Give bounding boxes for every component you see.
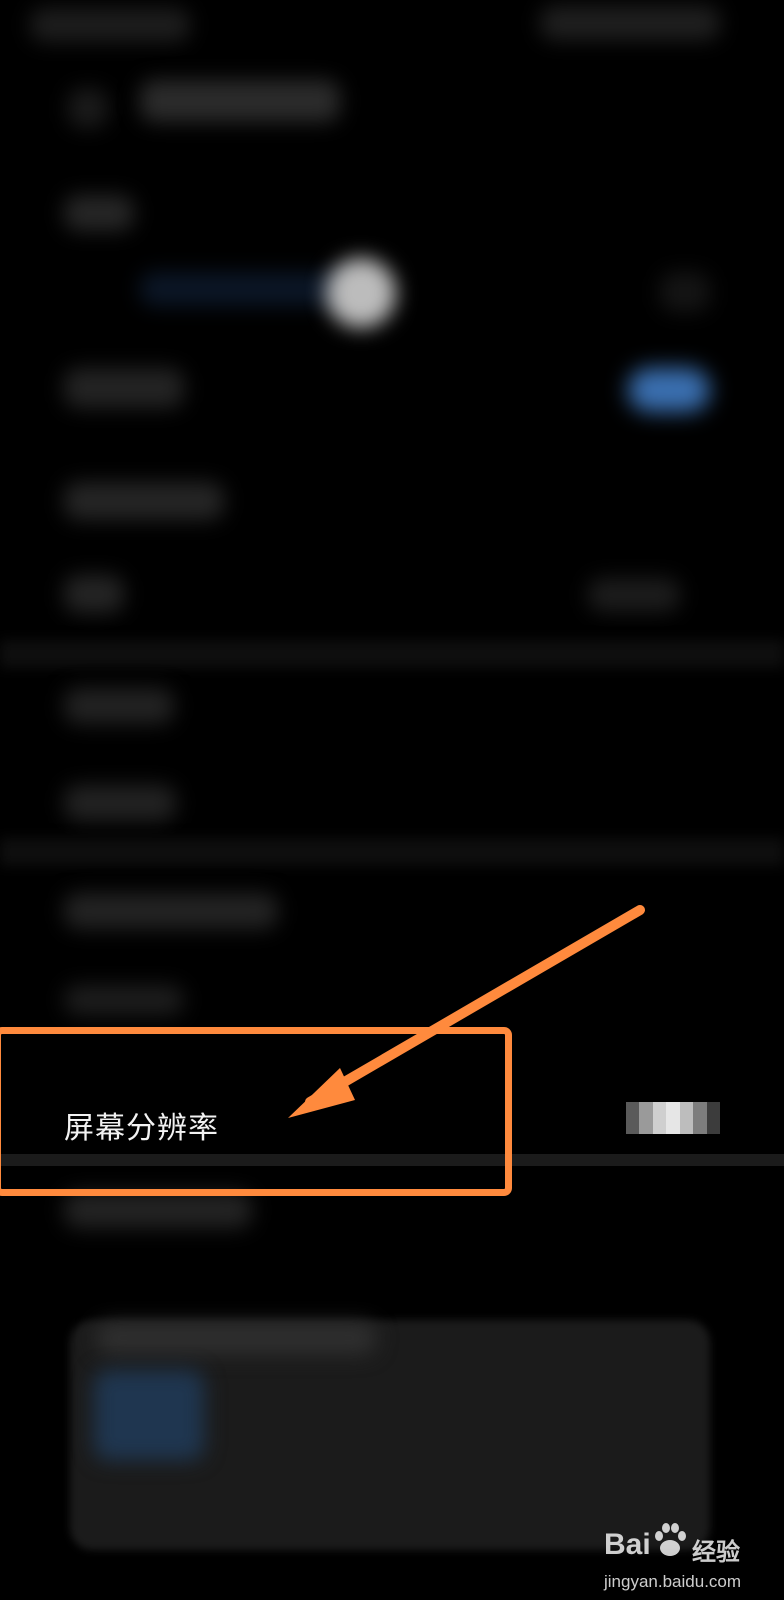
status-bar-blur: [30, 8, 190, 42]
screen-resolution-value-pixelated: [626, 1102, 720, 1134]
section-divider-2: [0, 838, 784, 866]
highlight-box: [0, 1027, 512, 1196]
setting-row-blur-1[interactable]: [64, 368, 184, 408]
setting-row-blur-2[interactable]: [64, 482, 224, 520]
card-title-blur: [96, 1322, 376, 1354]
watermark-brand: Bai: [604, 1528, 651, 1561]
back-icon[interactable]: [68, 88, 108, 128]
status-bar-right-blur: [540, 6, 720, 40]
setting-row-blur-7[interactable]: [64, 985, 184, 1015]
brightness-slider-thumb[interactable]: [326, 258, 396, 328]
paw-icon: [655, 1523, 686, 1556]
setting-row-blur-6[interactable]: [64, 893, 278, 929]
setting-row-blur-3[interactable]: [64, 575, 124, 613]
toggle-switch[interactable]: [628, 368, 710, 412]
watermark-url: jingyan.baidu.com: [604, 1572, 742, 1591]
setting-row-blur-8[interactable]: [64, 1192, 252, 1228]
setting-value-blur-3: [588, 578, 680, 612]
setting-row-blur-5[interactable]: [64, 785, 176, 821]
card-image-blur: [94, 1370, 204, 1460]
section-label-blur: [64, 195, 134, 231]
page-title-blur: [140, 80, 340, 122]
baidu-jingyan-watermark: Bai 经验 jingyan.baidu.com: [600, 1514, 780, 1594]
section-divider-1: [0, 640, 784, 668]
watermark-brand-cn: 经验: [692, 1538, 740, 1566]
brightness-right-icon: [660, 272, 710, 312]
setting-row-blur-4[interactable]: [64, 688, 174, 724]
